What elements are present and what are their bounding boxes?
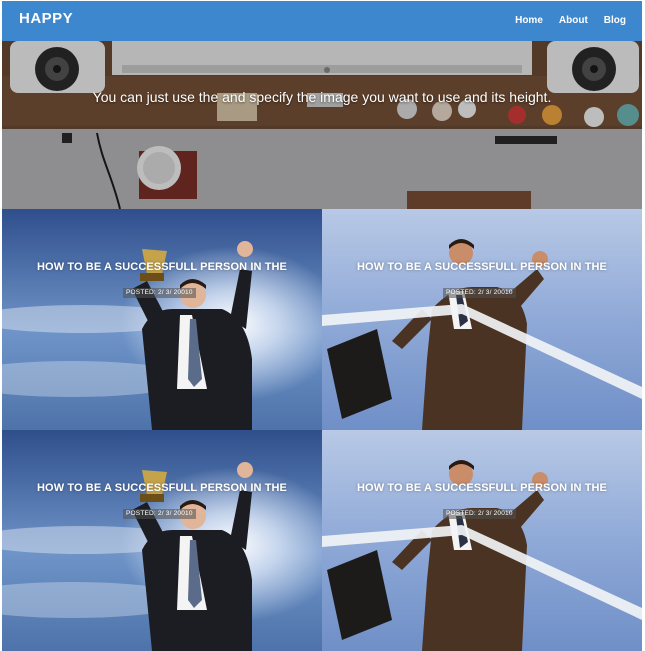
nav-link-blog[interactable]: Blog — [604, 15, 626, 26]
hero-banner: You can just use the and specify the ima… — [2, 41, 642, 209]
post-date-badge: POSTED: 2/ 3/ 20010 — [123, 288, 196, 298]
post-title[interactable]: HOW TO BE A SUCCESSFULL PERSON IN THE — [322, 482, 642, 494]
nav-links: Home About Blog — [515, 15, 626, 26]
post-date-badge: POSTED: 2/ 3/ 20010 — [443, 288, 516, 298]
post-grid: HOW TO BE A SUCCESSFULL PERSON IN THE PO… — [2, 209, 642, 651]
winner-trophy-image — [2, 209, 322, 430]
page: HAPPY Home About Blog You can just use t… — [2, 1, 642, 651]
post-date-badge: POSTED: 2/ 3/ 20010 — [123, 509, 196, 519]
finish-line-image — [322, 209, 642, 430]
finish-line-image — [322, 430, 642, 651]
nav-link-home[interactable]: Home — [515, 15, 543, 26]
brand-logo[interactable]: HAPPY — [19, 10, 73, 27]
nav-link-about[interactable]: About — [559, 15, 588, 26]
post-card[interactable]: HOW TO BE A SUCCESSFULL PERSON IN THE PO… — [2, 209, 322, 430]
post-date-badge: POSTED: 2/ 3/ 20010 — [443, 509, 516, 519]
post-card[interactable]: HOW TO BE A SUCCESSFULL PERSON IN THE PO… — [2, 430, 322, 651]
winner-trophy-image — [2, 430, 322, 651]
hero-text: You can just use the and specify the ima… — [92, 89, 552, 105]
post-title[interactable]: HOW TO BE A SUCCESSFULL PERSON IN THE — [2, 482, 322, 494]
post-title[interactable]: HOW TO BE A SUCCESSFULL PERSON IN THE — [322, 261, 642, 273]
hero-desk-image — [2, 41, 642, 209]
post-card[interactable]: HOW TO BE A SUCCESSFULL PERSON IN THE PO… — [322, 209, 642, 430]
post-title[interactable]: HOW TO BE A SUCCESSFULL PERSON IN THE — [2, 261, 322, 273]
post-card[interactable]: HOW TO BE A SUCCESSFULL PERSON IN THE PO… — [322, 430, 642, 651]
navbar: HAPPY Home About Blog — [2, 1, 642, 41]
